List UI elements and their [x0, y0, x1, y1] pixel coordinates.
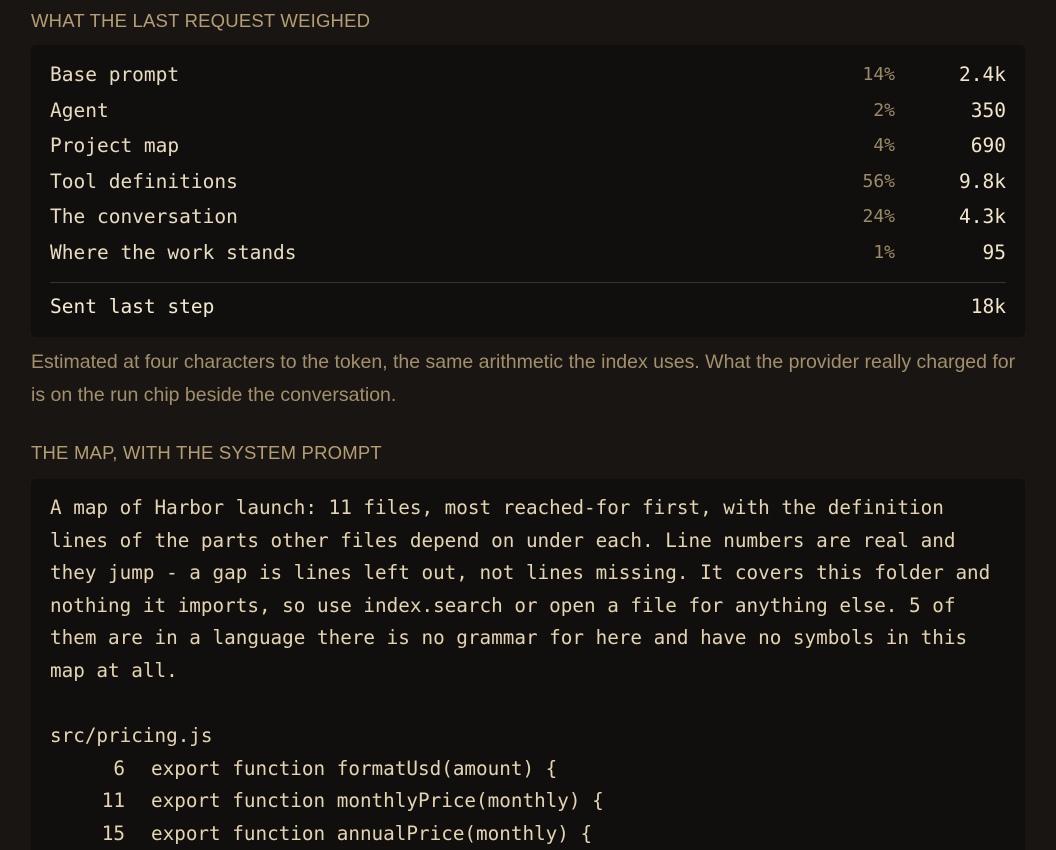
weight-row-value: 2.4k [959, 63, 1006, 86]
weight-row-label: Base prompt [50, 63, 180, 86]
weight-row-value: 95 [982, 241, 1006, 264]
weight-row-percent: 1% [873, 242, 895, 263]
map-intro-text: A map of Harbor launch: 11 files, most r… [50, 496, 1002, 682]
weight-row-label: Project map [50, 134, 180, 157]
total-label: Sent last step [50, 295, 215, 318]
token-estimate-note: Estimated at four characters to the toke… [31, 351, 1016, 406]
symbol-definition: export function formatUsd(amount) { [151, 757, 558, 780]
total-value: 18k [970, 295, 1006, 318]
weight-total-row: Sent last step 18k [50, 289, 1006, 325]
weight-row-label: The conversation [50, 205, 238, 228]
weight-row-value: 4.3k [959, 205, 1006, 228]
map-file-path: src/pricing.js [50, 724, 213, 747]
weight-row-value: 690 [970, 134, 1006, 157]
symbol-line-number: 15 [101, 822, 125, 845]
total-divider [50, 282, 1006, 283]
symbol-definition: export function annualPrice(monthly) { [151, 822, 593, 845]
weight-row-tool-definitions: Tool definitions 56% 9.8k [50, 164, 1006, 200]
symbol-line-number: 11 [101, 789, 125, 812]
section-title-map: THE MAP, WITH THE SYSTEM PROMPT [31, 442, 382, 463]
project-map-panel: A map of Harbor launch: 11 files, most r… [31, 479, 1025, 850]
weight-row-percent: 14% [862, 64, 895, 85]
map-symbol-row: 6 export function formatUsd(amount) { [50, 753, 950, 786]
symbol-line-number: 6 [113, 757, 125, 780]
weight-row-percent: 2% [873, 100, 895, 121]
weight-row-project-map: Project map 4% 690 [50, 128, 1006, 164]
weight-row-value: 9.8k [959, 170, 1006, 193]
weight-row-work-stands: Where the work stands 1% 95 [50, 235, 1006, 271]
weight-row-percent: 24% [862, 206, 895, 227]
weight-row-base-prompt: Base prompt 14% 2.4k [50, 57, 1006, 93]
weight-row-agent: Agent 2% 350 [50, 93, 1006, 129]
weight-row-conversation: The conversation 24% 4.3k [50, 199, 1006, 235]
request-weight-panel: Base prompt 14% 2.4k Agent 2% 350 Projec… [31, 45, 1025, 337]
weight-row-label: Where the work stands [50, 241, 297, 264]
weight-row-label: Agent [50, 99, 109, 122]
section-title-request-weight: WHAT THE LAST REQUEST WEIGHED [31, 10, 371, 31]
weight-row-value: 350 [970, 99, 1006, 122]
map-symbol-row: 11 export function monthlyPrice(monthly)… [50, 785, 950, 818]
weight-row-percent: 56% [862, 171, 895, 192]
weight-row-label: Tool definitions [50, 170, 238, 193]
map-symbol-row: 15 export function annualPrice(monthly) … [50, 818, 950, 850]
symbol-definition: export function monthlyPrice(monthly) { [151, 789, 604, 812]
weight-row-percent: 4% [873, 135, 895, 156]
